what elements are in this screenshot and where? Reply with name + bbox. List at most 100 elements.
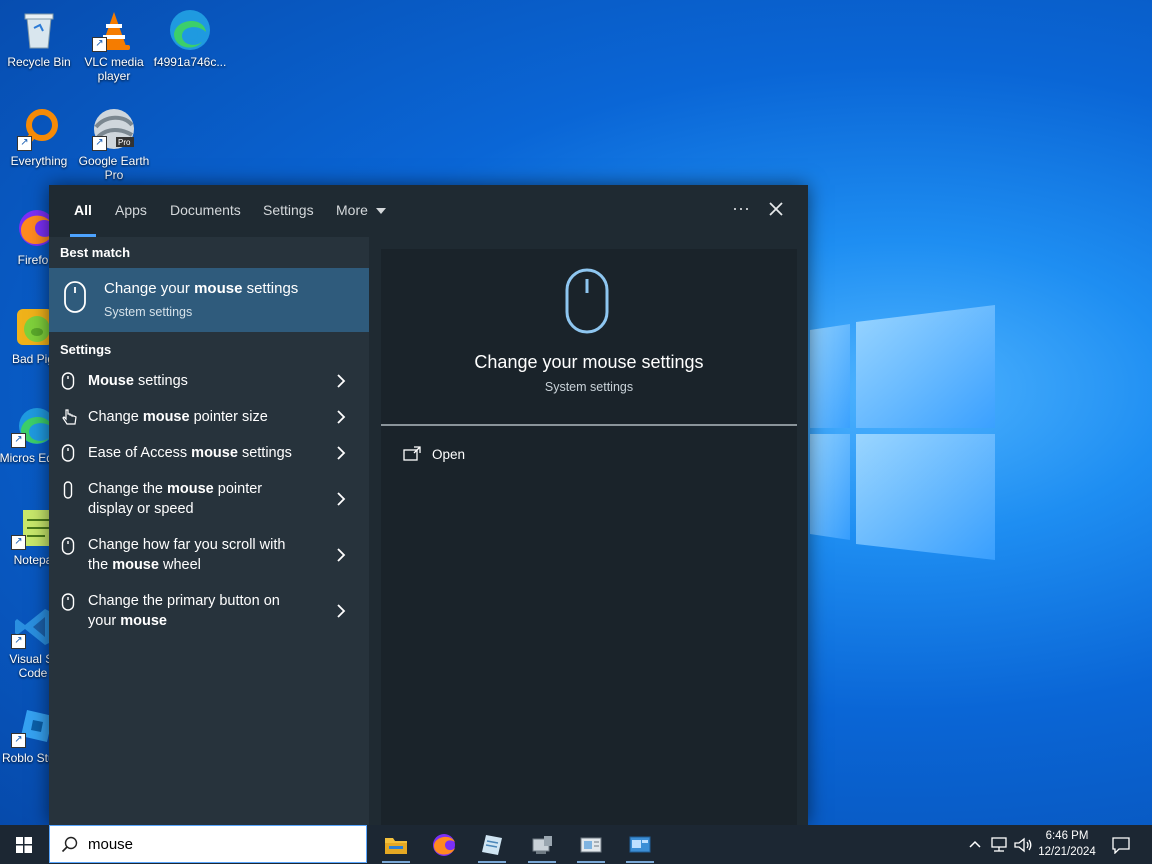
computer-tools-icon [532,836,552,854]
running-indicator [478,861,506,863]
setting-result-pointer-size[interactable]: Change mouse pointer size [49,399,369,435]
windows-wallpaper-logo [810,305,995,560]
windows-logo-icon [16,837,32,853]
chevron-right-icon [337,410,346,424]
best-match-subtitle: System settings [104,305,193,319]
chevron-right-icon [337,492,346,506]
desktop-icon-label: Everything [10,154,68,168]
vlc-cone-icon: ↗ [92,8,136,52]
tab-all[interactable]: All [70,185,96,237]
firefox-icon [433,834,455,856]
desktop-icon-label: Recycle Bin [7,55,71,69]
chevron-right-icon [337,446,346,460]
taskbar-file-explorer[interactable] [376,829,416,863]
shortcut-arrow-icon: ↗ [92,37,107,52]
clock-date: 12/21/2024 [1038,846,1096,858]
mouse-icon [64,281,86,313]
tab-settings[interactable]: Settings [263,185,314,237]
preview-subtitle: System settings [544,380,634,394]
tab-documents[interactable]: Documents [170,185,241,237]
close-icon [769,202,783,216]
mouse-icon [61,372,75,390]
network-icon[interactable] [990,836,1010,854]
taskbar-clock[interactable]: 6:46 PM 12/21/2024 [1030,828,1104,860]
magnifier-icon: ↗ [17,107,61,151]
mouse-large-icon [565,268,609,334]
result-preview-pane: Change your mouse settings System settin… [381,249,797,825]
chevron-up-icon[interactable] [968,838,982,850]
tab-more[interactable]: More [336,185,386,237]
taskbar-app-3[interactable] [472,829,512,863]
mouse-icon [61,593,75,611]
taskbar-app-6[interactable] [620,829,660,863]
taskbar: 6:46 PM 12/21/2024 [0,825,1152,864]
chevron-down-icon [375,208,386,214]
desktop-icon-vlc[interactable]: ↗ VLC media player [77,8,151,83]
desktop-icon-recycle-bin[interactable]: Recycle Bin [2,8,76,69]
best-match-heading: Best match [60,245,131,260]
mouse-icon [61,537,75,555]
running-indicator [528,861,556,863]
notification-icon[interactable] [1111,836,1131,854]
control-panel-icon [580,837,602,853]
taskbar-app-5[interactable] [571,829,611,863]
setting-result-label: Ease of Access mouse settings [88,445,292,461]
search-tabs-header: All Apps Documents Settings More ··· [49,185,808,237]
search-panel: All Apps Documents Settings More ··· Bes… [49,185,808,825]
shortcut-arrow-icon: ↗ [11,535,26,550]
start-button[interactable] [0,825,48,864]
desktop-icon-google-earth[interactable]: Pro ↗ Google Earth Pro [77,107,151,182]
setting-result-label: Change mouse pointer size [88,409,268,425]
pointer-hand-icon [62,409,77,425]
setting-result-primary-button[interactable]: Change the primary button on your mouse [49,583,369,639]
mouse-narrow-icon [63,481,73,499]
shortcut-arrow-icon: ↗ [92,136,107,151]
remote-desktop-icon [629,836,651,853]
desktop-icon-edge-file[interactable]: f4991a746c... [153,8,227,69]
google-earth-icon: Pro ↗ [92,107,136,151]
setting-result-label: Change the mouse pointer display or spee… [88,481,263,517]
best-match-title: Change your mouse settings [104,280,299,297]
open-button[interactable]: Open [401,443,521,467]
running-indicator [382,861,410,863]
folder-icon [385,838,407,854]
mouse-icon [61,444,75,462]
search-input[interactable] [88,834,348,854]
settings-heading: Settings [60,342,112,357]
search-icon [61,836,78,853]
shortcut-arrow-icon: ↗ [11,634,26,649]
tab-apps[interactable]: Apps [115,185,147,237]
setting-result-label: Change how far you scroll with the mouse… [88,537,286,573]
recycle-bin-icon [17,8,61,52]
chevron-right-icon [337,604,346,618]
preview-divider [381,424,797,426]
notepad-app-icon [482,835,502,855]
edge-icon [168,8,212,52]
setting-result-mouse-settings[interactable]: Mouse settings [49,363,369,399]
shortcut-arrow-icon: ↗ [11,733,26,748]
more-options-button[interactable]: ··· [726,197,756,223]
setting-result-pointer-display-speed[interactable]: Change the mouse pointer display or spee… [49,471,369,527]
desktop-icon-label: f4991a746c... [153,55,227,69]
setting-result-ease-of-access-mouse[interactable]: Ease of Access mouse settings [49,435,369,471]
shortcut-arrow-icon: ↗ [17,136,32,151]
chevron-right-icon [337,548,346,562]
setting-result-scroll-wheel[interactable]: Change how far you scroll with the mouse… [49,527,369,583]
shortcut-arrow-icon: ↗ [11,433,26,448]
taskbar-firefox[interactable] [424,829,464,861]
desktop-icon-everything[interactable]: ↗ Everything [2,107,76,168]
clock-time: 6:46 PM [1045,830,1089,842]
best-match-result[interactable]: Change your mouse settings System settin… [49,268,369,332]
preview-title: Change your mouse settings [474,352,704,372]
running-indicator [577,861,605,863]
open-button-label: Open [432,447,466,462]
open-window-icon [403,446,421,461]
taskbar-search-box[interactable] [49,825,367,863]
desktop-icon-label: Google Earth Pro [78,154,150,182]
close-button[interactable] [759,195,793,225]
taskbar-app-4[interactable] [522,829,562,863]
setting-result-label: Change the primary button on your mouse [88,593,280,629]
search-results-list: Best match Change your mouse settings Sy… [49,237,369,825]
desktop-icon-label: VLC media player [84,55,144,83]
chevron-right-icon [337,374,346,388]
